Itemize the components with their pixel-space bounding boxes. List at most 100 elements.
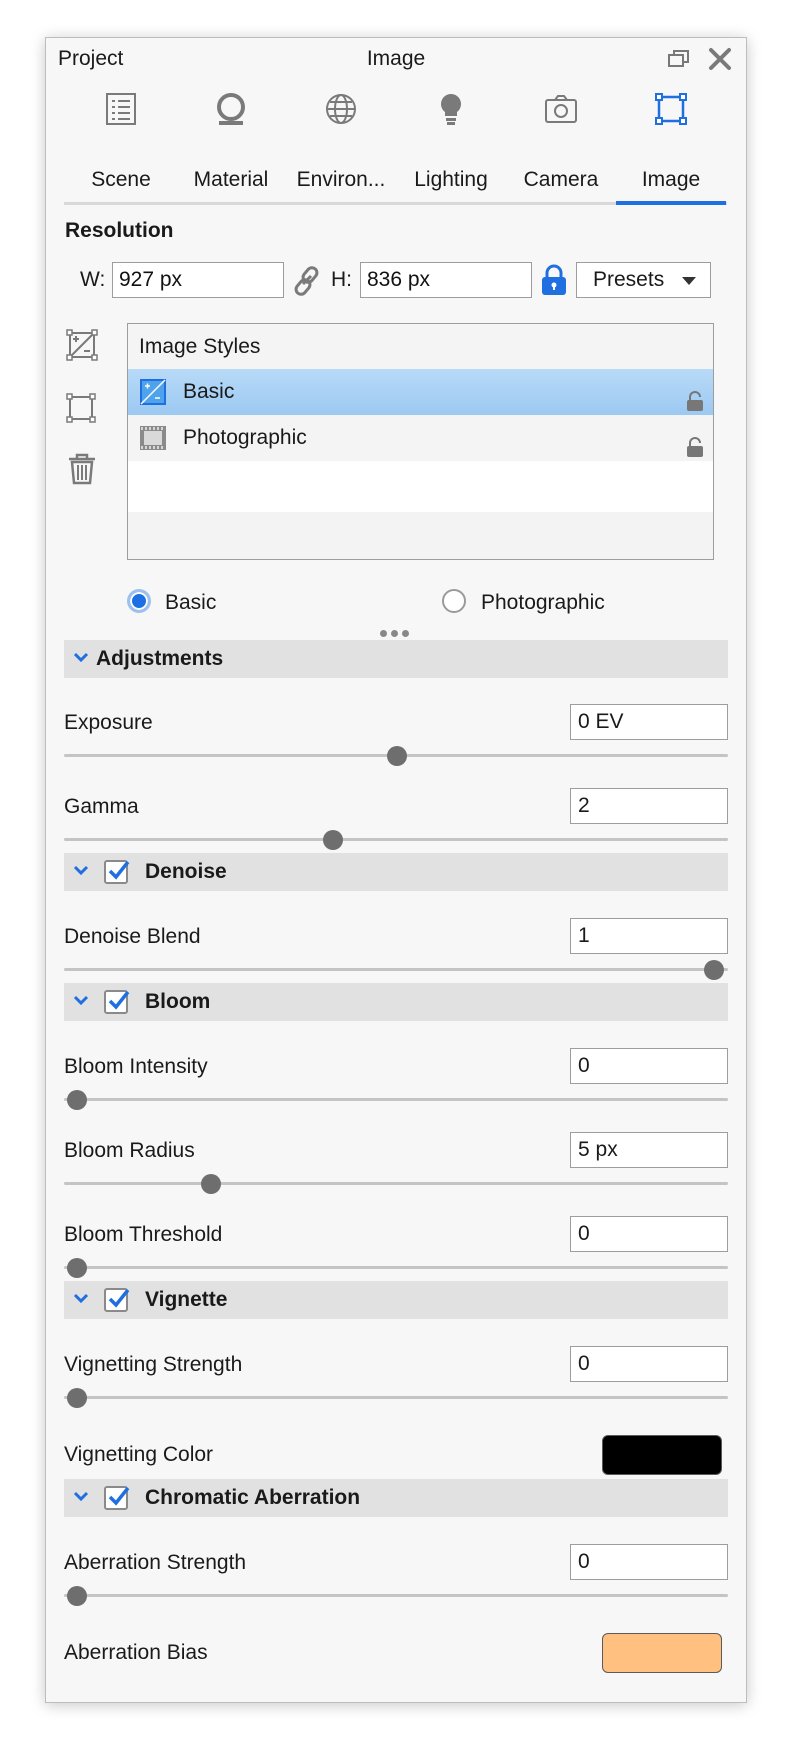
width-label: W: [80,268,106,291]
gamma-input[interactable]: 2 [570,788,728,824]
radio-basic-label[interactable]: Basic [165,591,216,615]
chevron-down-icon [73,995,89,1006]
aberration-strength-input[interactable]: 0 [570,1544,728,1580]
presets-dropdown[interactable]: Presets [576,262,711,298]
bloom-threshold-input[interactable]: 0 [570,1216,728,1252]
chevron-down-icon [73,1491,89,1502]
bloom-intensity-label: Bloom Intensity [64,1055,208,1078]
group-header-adjustments[interactable]: Adjustments [64,640,728,678]
group-title: Vignette [145,1288,228,1311]
resolution-title: Resolution [65,219,174,242]
checkmark-icon [108,860,130,880]
exposure-input[interactable]: 0 EV [570,704,728,740]
crop-frame-icon [655,93,687,125]
height-label: H: [331,268,352,291]
tab-label: Camera [523,168,599,191]
panel-title: Image [366,47,426,70]
aberration-strength-slider[interactable] [64,1594,728,1597]
tab-camera[interactable]: Camera [507,88,615,192]
group-title: Denoise [145,860,227,883]
link-icon[interactable] [292,264,322,303]
bloom-threshold-slider-knob[interactable] [67,1258,87,1278]
bloom-intensity-slider[interactable] [64,1098,728,1101]
denoise-blend-input[interactable]: 1 [570,918,728,954]
chevron-down-icon [73,1293,89,1304]
bloom-radius-slider[interactable] [64,1182,728,1185]
list-item-label: Photographic [183,426,307,449]
lock-closed-icon [685,428,705,457]
tab-bar: Scene Material Environ... Lighting Camer… [46,88,746,198]
chromatic-aberration-checkbox[interactable] [104,1486,130,1510]
chevron-down-icon [73,652,89,663]
checkmark-icon [108,1486,130,1506]
bloom-checkbox[interactable] [104,990,130,1014]
bloom-radius-input[interactable]: 5 px [570,1132,728,1168]
tab-label: Scene [91,168,151,191]
lock-closed-icon [685,382,705,411]
tab-label: Lighting [414,168,488,191]
tab-label: Image [641,168,701,191]
new-style-icon[interactable] [64,327,100,363]
close-icon[interactable] [707,46,733,72]
bloom-threshold-slider[interactable] [64,1266,728,1269]
globe-icon [326,94,356,124]
camera-icon [545,95,577,123]
radio-basic[interactable] [127,589,151,613]
group-header-bloom[interactable]: Bloom [64,983,728,1021]
aberration-bias-swatch[interactable] [602,1633,722,1673]
aberration-strength-label: Aberration Strength [64,1551,247,1574]
group-header-vignette[interactable]: Vignette [64,1281,728,1319]
group-header-denoise[interactable]: Denoise [64,853,728,891]
denoise-blend-slider-knob[interactable] [704,960,724,980]
bloom-radius-slider-knob[interactable] [201,1174,221,1194]
tab-image[interactable]: Image [617,88,725,192]
radio-photographic-label[interactable]: Photographic [481,591,605,615]
duplicate-style-icon[interactable] [64,389,100,425]
bulb-icon [441,94,461,125]
bloom-threshold-label: Bloom Threshold [64,1223,223,1246]
group-header-chromatic-aberration[interactable]: Chromatic Aberration [64,1479,728,1517]
lock-icon[interactable] [539,263,569,302]
width-input[interactable]: 927 px [112,262,284,298]
gamma-slider[interactable] [64,838,728,841]
basic-style-icon [138,377,168,407]
checkmark-icon [108,1288,130,1308]
denoise-blend-label: Denoise Blend [64,925,201,948]
list-item-label: Basic [183,380,235,403]
tab-lighting[interactable]: Lighting [397,88,505,192]
presets-label: Presets [593,268,665,291]
height-input[interactable]: 836 px [360,262,532,298]
denoise-checkbox[interactable] [104,860,130,884]
aberration-strength-slider-knob[interactable] [67,1586,87,1606]
vignette-checkbox[interactable] [104,1288,130,1312]
denoise-blend-slider[interactable] [64,968,728,971]
list-icon [106,93,136,125]
trash-icon[interactable] [64,451,100,487]
bloom-intensity-input[interactable]: 0 [570,1048,728,1084]
image-styles-list: Image Styles Basic Photographic [127,323,714,560]
tab-selection-indicator [616,201,726,205]
tab-scene[interactable]: Scene [67,88,175,192]
gamma-slider-knob[interactable] [323,830,343,850]
list-item-photographic[interactable]: Photographic [128,415,713,461]
vignetting-color-swatch[interactable] [602,1435,722,1475]
list-item-basic[interactable]: Basic [128,369,713,415]
bloom-intensity-slider-knob[interactable] [67,1090,87,1110]
group-title: Adjustments [96,647,224,670]
chevron-down-icon [682,277,696,285]
tab-environment[interactable]: Environ... [287,88,395,192]
tab-material[interactable]: Material [177,88,285,192]
vignetting-strength-slider[interactable] [64,1396,728,1399]
radio-photographic[interactable] [442,589,466,613]
vignetting-strength-input[interactable]: 0 [570,1346,728,1382]
vignetting-strength-slider-knob[interactable] [67,1388,87,1408]
exposure-slider-knob[interactable] [387,746,407,766]
vignetting-strength-label: Vignetting Strength [64,1353,243,1376]
gamma-label: Gamma [64,795,139,818]
film-icon [138,423,168,453]
title-bar: Project Image [46,38,746,80]
restore-window-icon[interactable] [666,46,692,72]
checkmark-icon [108,990,130,1010]
group-title: Chromatic Aberration [145,1486,361,1509]
list-footer [128,512,713,559]
